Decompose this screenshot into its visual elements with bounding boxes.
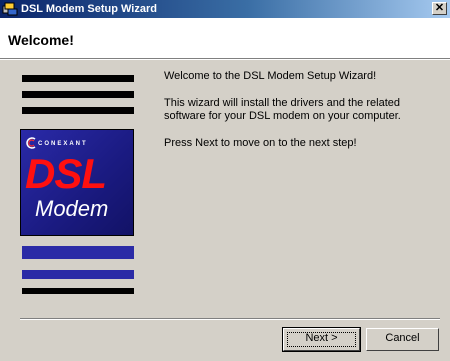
decor-bar-blue xyxy=(22,270,134,279)
setup-app-icon xyxy=(2,2,18,16)
footer-divider xyxy=(20,318,440,320)
decor-bar xyxy=(22,107,134,114)
decor-bar xyxy=(22,75,134,82)
window-title: DSL Modem Setup Wizard xyxy=(21,3,157,15)
instruction-paragraph: Press Next to move on to the next step! xyxy=(164,137,357,149)
decor-bar xyxy=(22,91,134,98)
wizard-header: Welcome! xyxy=(0,18,450,59)
cancel-button[interactable]: Cancel xyxy=(366,328,439,351)
decor-bar xyxy=(22,288,134,294)
close-button[interactable]: ✕ xyxy=(432,2,447,15)
welcome-text: Welcome to the DSL Modem Setup Wizard! T… xyxy=(164,70,444,164)
welcome-paragraph: Welcome to the DSL Modem Setup Wizard! xyxy=(164,70,377,82)
next-button[interactable]: Next > xyxy=(282,327,361,352)
brand-name: CONEXANT xyxy=(38,141,88,147)
page-title: Welcome! xyxy=(8,32,74,48)
conexant-swoosh-icon xyxy=(26,137,36,149)
setup-wizard-window: DSL Modem Setup Wizard ✕ Welcome! CONEXA… xyxy=(0,0,450,361)
next-button-label: Next > xyxy=(305,332,338,344)
product-subtitle: Modem xyxy=(35,196,109,221)
dsl-modem-logo: CONEXANT DSL Modem xyxy=(20,129,134,236)
description-paragraph: This wizard will install the drivers and… xyxy=(164,97,401,122)
decor-bar-blue xyxy=(22,246,134,259)
product-name: DSL xyxy=(25,150,107,197)
wizard-logo-panel: CONEXANT DSL Modem xyxy=(20,74,134,299)
close-icon: ✕ xyxy=(434,2,445,14)
title-bar[interactable]: DSL Modem Setup Wizard ✕ xyxy=(0,0,450,18)
header-divider xyxy=(0,59,450,60)
cancel-button-label: Cancel xyxy=(385,332,420,344)
